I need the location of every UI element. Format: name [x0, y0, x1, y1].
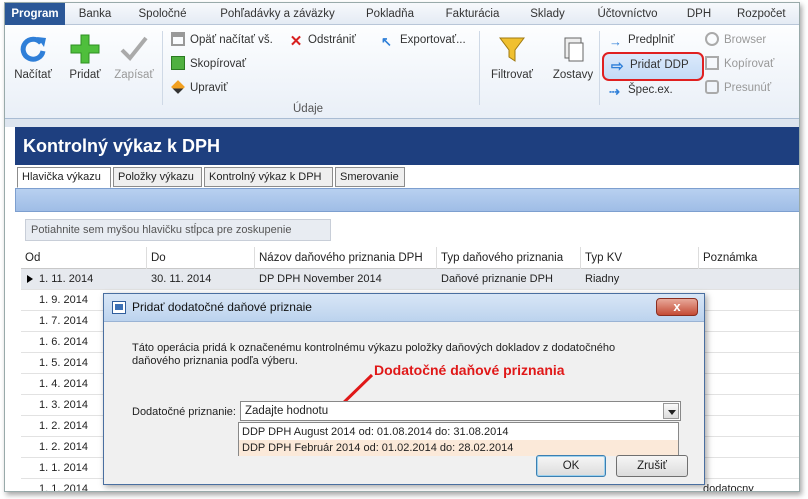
tab-smerovanie[interactable]: Smerovanie: [335, 167, 405, 187]
column-header-typ[interactable]: Typ daňového priznania: [437, 247, 581, 269]
copy-icon: [171, 56, 185, 70]
plus-icon: [70, 34, 100, 64]
spec-ex-button[interactable]: ⇢ Špec.ex.: [609, 81, 673, 99]
nacitat-button[interactable]: Načítať: [11, 33, 55, 81]
globe-icon: [705, 32, 719, 46]
page-title: Kontrolný výkaz k DPH: [15, 127, 799, 165]
ddp-option[interactable]: DDP DPH Február 2014 od: 01.02.2014 do: …: [239, 440, 678, 456]
tab-banka[interactable]: Banka: [75, 3, 115, 25]
column-header-nazov[interactable]: Názov daňového priznania DPH: [255, 247, 437, 269]
annotation-text: Dodatočné daňové priznania: [374, 362, 565, 378]
tab-kontrolny-vykaz[interactable]: Kontrolný výkaz k DPH: [204, 167, 333, 187]
ribbon-separator: [479, 31, 480, 105]
cell-pozn: [699, 290, 799, 311]
table-row[interactable]: 1. 11. 2014 30. 11. 2014 DP DPH November 2…: [21, 269, 799, 290]
ribbon: Načítať Pridať Zapísať Opäť načítať vš. …: [5, 25, 799, 119]
tab-pohladavky[interactable]: Pohľadávky a záväzky: [215, 3, 340, 25]
pridat-button[interactable]: Pridať: [63, 33, 107, 81]
predplnit-button[interactable]: → Predplniť: [609, 31, 675, 49]
move-icon: [705, 80, 719, 94]
cell-pozn: [699, 395, 799, 416]
delete-icon: ✕: [289, 33, 303, 50]
home-icon: [171, 32, 185, 46]
dialog-title-bar: Pridať dodatočné daňové priznaie x: [104, 294, 704, 322]
chevron-down-icon[interactable]: [663, 403, 679, 419]
ddp-combo[interactable]: Zadajte hodnotu: [240, 401, 681, 421]
toolbar-band: [15, 188, 799, 212]
ddp-dropdown: DDP DPH August 2014 od: 01.08.2014 do: 3…: [238, 422, 679, 456]
cell-pozn: [699, 311, 799, 332]
tab-pokladna[interactable]: Pokladňa: [360, 3, 420, 25]
dialog-title: Pridať dodatočné daňové priznaie: [132, 300, 312, 314]
cell-pozn: [699, 458, 799, 479]
copy-icon: [705, 56, 719, 70]
grid-header: Od Do Názov daňového priznania DPH Typ d…: [21, 247, 799, 269]
ribbon-separator: [162, 31, 163, 105]
cell-pozn: [699, 353, 799, 374]
ddp-label: Dodatočné priznanie:: [132, 406, 236, 418]
skopirovat-button[interactable]: Skopírovať: [171, 55, 246, 73]
app-window: Program Banka Spoločné Pohľadávky a závä…: [4, 2, 800, 492]
column-header-poznamka[interactable]: Poznámka: [699, 247, 799, 269]
pencil-icon: [171, 80, 185, 94]
cell-kv: Riadny: [585, 273, 620, 285]
checkmark-icon: [120, 36, 148, 61]
tab-uctovnictvo[interactable]: Účtovníctvo: [590, 3, 665, 25]
filter-icon: [499, 37, 525, 62]
cell-pozn: [699, 374, 799, 395]
tab-spolocne[interactable]: Spoločné: [135, 3, 190, 25]
special-export-icon: ⇢: [609, 84, 620, 99]
tab-dph[interactable]: DPH: [683, 3, 715, 25]
opat-nacitat-button[interactable]: Opäť načítať vš.: [171, 31, 273, 49]
cell-do: 30. 11. 2014: [151, 273, 212, 285]
tab-polozky[interactable]: Položky výkazu: [113, 167, 202, 187]
tab-rozpocet[interactable]: Rozpočet: [737, 3, 799, 25]
combo-value: Zadajte hodnotu: [245, 405, 329, 417]
column-header-od[interactable]: Od: [21, 247, 147, 269]
zapisat-button[interactable]: Zapísať: [111, 33, 157, 81]
column-header-do[interactable]: Do: [147, 247, 255, 269]
row-indicator-icon: [27, 275, 33, 283]
window-icon: [112, 301, 126, 314]
cell-pozn: [699, 332, 799, 353]
refresh-icon: [20, 36, 46, 62]
menu-bar: Program Banka Spoločné Pohľadávky a závä…: [5, 3, 799, 25]
cell-pozn: [699, 269, 799, 290]
browser-button[interactable]: Browser: [705, 31, 766, 49]
odstranit-button[interactable]: ✕ Odstrániť: [289, 31, 356, 49]
group-label-udaje: Údaje: [293, 103, 324, 115]
cell-typ: Daňové priznanie DPH: [441, 273, 553, 285]
tab-fakturacia[interactable]: Fakturácia: [440, 3, 505, 25]
arrow-right-icon: →: [609, 34, 622, 49]
pridat-ddp-button[interactable]: ⇨ Pridať DDP: [611, 56, 689, 74]
add-ddp-dialog: Pridať dodatočné daňové priznaie x Táto …: [103, 293, 705, 485]
workspace-strip: [5, 119, 799, 127]
arrow-right-icon: ⇨: [611, 58, 624, 75]
ribbon-separator: [599, 31, 600, 105]
ddp-option[interactable]: DDP DPH August 2014 od: 01.08.2014 do: 3…: [239, 424, 678, 440]
upravit-button[interactable]: Upraviť: [171, 79, 228, 97]
presunut-button[interactable]: Presunúť: [705, 79, 771, 97]
kopirovat-button[interactable]: Kopírovať: [705, 55, 774, 73]
export-arrow-icon: ↖: [381, 34, 392, 49]
cell-pozn: [699, 416, 799, 437]
tab-program[interactable]: Program: [5, 3, 65, 25]
tab-sklady[interactable]: Sklady: [525, 3, 570, 25]
cell-pozn: dodatocny: [703, 483, 754, 492]
close-button[interactable]: x: [656, 298, 698, 316]
cancel-button[interactable]: Zrušiť: [616, 455, 688, 477]
zostavy-button[interactable]: Zostavy: [549, 35, 597, 81]
ok-button[interactable]: OK: [536, 455, 606, 477]
cell-nazov: DP DPH November 2014: [259, 273, 382, 285]
column-header-typ-kv[interactable]: Typ KV: [581, 247, 699, 269]
cell-pozn: [699, 437, 799, 458]
filtrovat-button[interactable]: Filtrovať: [485, 35, 539, 81]
group-by-area[interactable]: Potiahnite sem myšou hlavičku stĺpca pre…: [25, 219, 331, 241]
report-icon: [564, 37, 584, 62]
tab-hlavicka[interactable]: Hlavička výkazu: [17, 167, 111, 188]
exportovat-button[interactable]: ↖ Exportovať...: [381, 31, 466, 49]
cell-od: 1. 11. 2014: [39, 273, 94, 285]
